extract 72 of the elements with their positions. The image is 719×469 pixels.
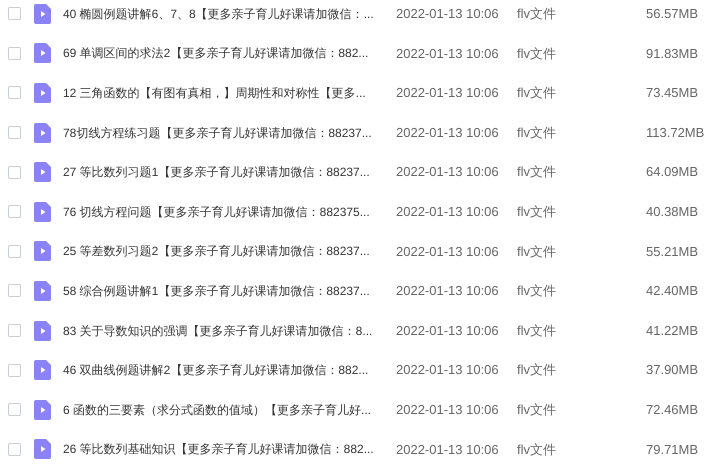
file-type: flv文件 [517, 440, 557, 459]
file-name: 78切线方程练习题【更多亲子育儿好课请加微信：88237... [63, 124, 373, 142]
checkbox[interactable] [8, 244, 21, 258]
video-file-icon [34, 122, 51, 143]
file-type: flv文件 [517, 124, 557, 142]
modified-date: 2022-01-13 10:06 [396, 203, 500, 222]
file-type: flv文件 [517, 361, 557, 380]
video-file-icon [34, 280, 51, 301]
file-size: 64.09MB [646, 163, 698, 182]
video-file-icon [34, 82, 51, 103]
checkbox[interactable] [8, 364, 21, 377]
modified-date: 2022-01-13 10:06 [396, 44, 500, 63]
file-size: 37.90MB [646, 361, 698, 380]
file-size: 91.83MB [646, 44, 698, 63]
video-file-icon [34, 320, 51, 341]
file-name: 26 等比数列基础知识【更多亲子育儿好课请加微信：882... [63, 441, 375, 458]
checkbox[interactable] [8, 284, 21, 298]
video-file-icon [34, 439, 51, 460]
file-name: 27 等比数列习题1【更多亲子育儿好课请加微信：88237... [63, 164, 371, 182]
modified-date: 2022-01-13 10:06 [396, 124, 500, 142]
file-type: flv文件 [517, 400, 557, 419]
file-type: flv文件 [517, 5, 557, 24]
file-type: flv文件 [517, 44, 557, 63]
modified-date: 2022-01-13 10:06 [396, 440, 500, 459]
file-size: 72.46MB [646, 400, 698, 419]
file-name: 46 双曲线例题讲解2【更多亲子育儿好课请加微信：882... [63, 362, 370, 380]
file-name: 69 单调区间的求法2【更多亲子育儿好课请加微信：882... [63, 45, 370, 62]
file-size: 79.71MB [646, 440, 698, 459]
checkbox[interactable] [8, 46, 21, 60]
modified-date: 2022-01-13 10:06 [396, 242, 500, 261]
file-name: 25 等差数列习题2【更多亲子育儿好课请加微信：88237... [63, 243, 371, 260]
file-name: 58 综合例题讲解1【更多亲子育儿好课请加微信：88237... [63, 282, 371, 300]
file-type: flv文件 [517, 203, 557, 222]
file-type: flv文件 [517, 282, 557, 300]
checkbox[interactable] [8, 166, 21, 179]
checkbox[interactable] [8, 403, 21, 416]
file-type: flv文件 [517, 163, 557, 182]
file-size: 40.38MB [646, 203, 698, 222]
checkbox[interactable] [8, 324, 21, 338]
checkbox[interactable] [8, 442, 21, 456]
file-name: 40 椭圆例题讲解6、7、8【更多亲子育儿好课请加微信：... [63, 6, 375, 23]
checkbox[interactable] [8, 7, 21, 20]
modified-date: 2022-01-13 10:06 [396, 5, 500, 24]
file-type: flv文件 [517, 242, 557, 261]
modified-date: 2022-01-13 10:06 [396, 282, 500, 300]
modified-date: 2022-01-13 10:06 [396, 163, 500, 182]
file-type: flv文件 [517, 322, 557, 340]
file-size: 56.57MB [646, 5, 698, 24]
file-size: 41.22MB [646, 322, 698, 340]
file-name: 12 三角函数的【有图有真相，】周期性和对称性【更多... [63, 84, 367, 102]
file-size: 55.21MB [646, 242, 698, 261]
video-file-icon [34, 241, 51, 262]
video-file-icon [34, 400, 51, 420]
file-name: 83 关于导数知识的强调【更多亲子育儿好课请加微信：8... [63, 322, 374, 340]
video-file-icon [34, 43, 51, 64]
video-file-icon [34, 202, 51, 222]
file-name: 6 函数的三要素（求分式函数的值域）【更多亲子育儿好... [63, 402, 372, 419]
file-size: 42.40MB [646, 282, 698, 300]
video-file-icon [34, 4, 51, 24]
file-name: 76 切线方程问题【更多亲子育儿好课请加微信：882375... [63, 204, 371, 221]
video-file-icon [34, 360, 51, 380]
checkbox[interactable] [8, 205, 21, 218]
modified-date: 2022-01-13 10:06 [396, 361, 500, 380]
modified-date: 2022-01-13 10:06 [396, 322, 500, 340]
video-file-icon [34, 162, 51, 182]
checkbox[interactable] [8, 86, 21, 100]
modified-date: 2022-01-13 10:06 [396, 400, 500, 419]
checkbox[interactable] [8, 126, 21, 140]
file-type: flv文件 [517, 84, 557, 102]
file-size: 113.72MB [646, 124, 704, 142]
file-size: 73.45MB [646, 84, 698, 102]
modified-date: 2022-01-13 10:06 [396, 84, 500, 102]
